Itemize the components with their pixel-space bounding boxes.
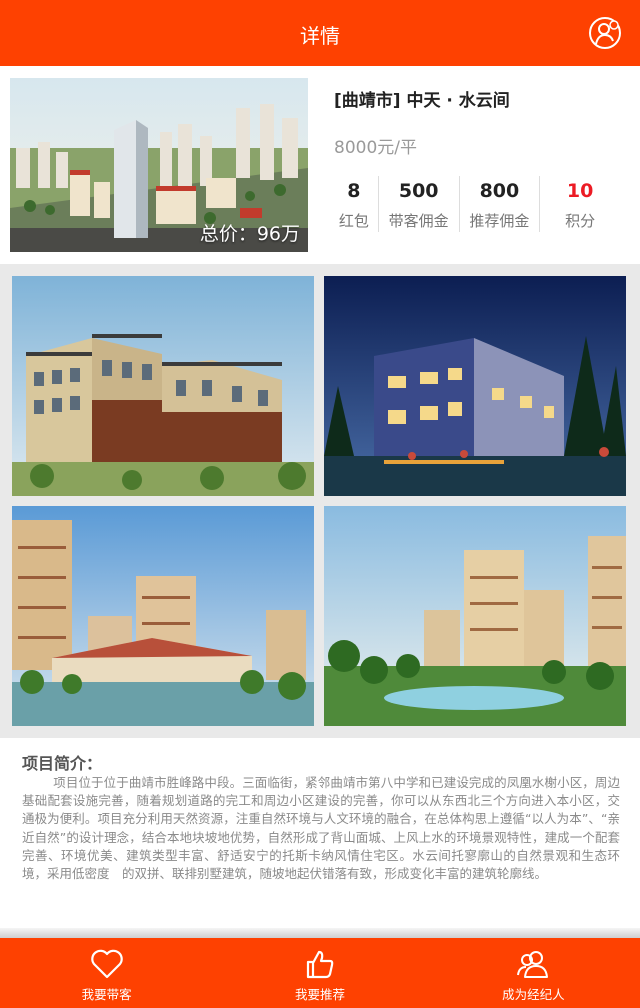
unit-price: 8000元/平 [334,138,417,158]
heart-icon [90,949,123,979]
project-summary: 总价：96万 [曲靖市] 中天 · 水云间 8000元/平 8 红包 500 带… [0,66,640,264]
stat-value: 500 [398,180,439,202]
user-profile-button[interactable] [588,16,622,50]
header-bar: 详情 [0,0,640,66]
project-intro: 项目简介： 项目位于位于曲靖市胜峰路中段。三面临街，紧邻曲靖市第八中学和已建设完… [0,738,640,928]
project-thumbnail[interactable]: 总价：96万 [10,78,308,252]
photo-gallery [0,264,640,738]
tab-recommend[interactable]: 我要推荐 [213,938,426,1008]
project-stats: 8 红包 500 带客佣金 800 推荐佣金 10 积分 [330,176,620,232]
stat-value: 10 [566,180,594,202]
stat-value: 800 [479,180,520,202]
page-title: 详情 [300,24,340,48]
stat-referral-commission: 800 推荐佣金 [458,176,540,232]
tab-become-agent[interactable]: 成为经纪人 [427,938,640,1008]
bottom-tab-bar: 我要带客 我要推荐 成为经纪人 [0,938,640,1008]
total-price-tag: 总价：96万 [199,223,300,245]
tab-label: 我要推荐 [294,987,345,1002]
users-icon [517,951,549,978]
stat-label: 带客佣金 [388,212,449,230]
stat-label: 积分 [565,212,596,230]
divider [0,928,640,938]
gallery-photo-garden-pool[interactable] [324,506,626,726]
tab-bring-client[interactable]: 我要带客 [0,938,213,1008]
stat-value: 8 [347,180,361,202]
thumbs-up-icon [306,950,334,979]
user-icon [589,17,621,49]
tab-label: 我要带客 [81,987,132,1002]
tab-label: 成为经纪人 [502,987,565,1002]
stat-label: 推荐佣金 [469,212,530,230]
intro-text: 项目位于位于曲靖市胜峰路中段。三面临街，紧邻曲靖市第八中学和已建设完成的凤凰水榭… [22,775,620,882]
stat-points: 10 积分 [539,176,620,232]
project-title: [曲靖市] 中天 · 水云间 [334,91,510,111]
gallery-photo-villa-night[interactable] [324,276,626,496]
intro-heading: 项目简介： [22,754,103,773]
gallery-photo-townhouse-day[interactable] [12,276,314,496]
gallery-photo-lake-towers[interactable] [12,506,314,726]
stat-red-envelope: 8 红包 [330,176,378,232]
stat-guide-commission: 500 带客佣金 [377,176,459,232]
stat-label: 红包 [338,212,369,230]
